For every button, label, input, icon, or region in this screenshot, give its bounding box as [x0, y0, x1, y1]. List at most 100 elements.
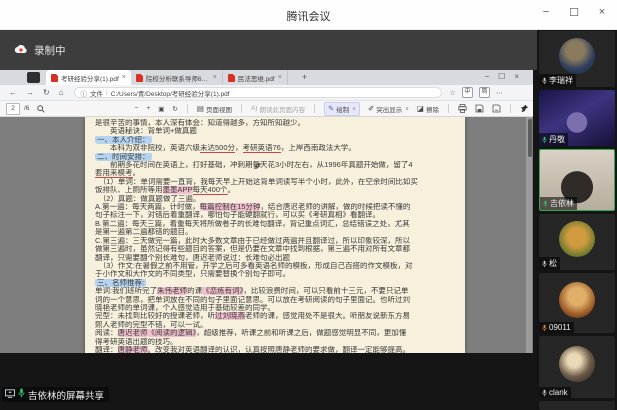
participant-name: 09011 [549, 323, 571, 332]
back-icon[interactable]: ← [9, 88, 17, 97]
doc-line: 得考研英语出题的技巧。 [95, 338, 455, 346]
draw-dropdown-icon[interactable]: ∨ [352, 106, 356, 112]
fit-page-icon[interactable]: ▣ [158, 105, 164, 113]
doc-line: （1）单词：单词需要一直背，我每天早上开始这背单词读写半个小时，此外，在空余时间… [95, 178, 455, 186]
home-icon[interactable]: ⌂ [59, 88, 64, 97]
text-segment: ， [235, 144, 243, 152]
doc-line: 于小作文和大作文的不同类型，只需要替换个别句子即可。 [95, 270, 455, 278]
tab-close-icon[interactable]: × [122, 74, 126, 81]
simplified-extension-icon[interactable]: 简 [479, 87, 490, 98]
text-segment: 。改变我对英语翻译的认识，认真按照唐静老师的要求做，翻译一定能够提高。 [148, 346, 411, 353]
print-icon[interactable] [458, 104, 467, 113]
translate-extension-icon[interactable]: 中 [462, 87, 473, 98]
workspace-icon[interactable] [27, 72, 40, 83]
browser-maximize-icon[interactable]: ☐ [498, 72, 505, 81]
page-number-input[interactable]: 2 [6, 103, 20, 115]
pdf-page: 是很辛苦的事情，本人深有体会：知道得越多，方知所知越少。 英语秘诀：背单词+做真… [85, 117, 465, 353]
doc-line: 前期多花时间在英语上，打好基础，冲刺期每天花3小时左右，从1996年真题开始做，… [95, 161, 455, 169]
participants-sidebar[interactable]: 李瑞祥丹敬吉依林松 09011 clank [537, 30, 617, 410]
close-icon[interactable]: × [595, 6, 609, 19]
stage-top-strip [0, 30, 537, 70]
favorites-star-icon[interactable]: ☆ [450, 89, 456, 97]
mic-icon [542, 260, 547, 268]
page-view-button[interactable]: ▤ 页面视图 [197, 104, 232, 114]
pink-highlight: 唐静老师 [118, 346, 148, 353]
avatar [559, 38, 595, 74]
avatar [559, 346, 595, 382]
participant-tile-clank[interactable]: clank [539, 336, 615, 398]
doc-line: B.第二遍：每天三篇，着重每天将所做卷子的长难句翻译，背记重点词汇，总结错误之处… [95, 220, 455, 228]
edge-browser-window: 考研经验分享(1).pdf×院校分析联系导师6.pdf×民法思维.pdf× + … [0, 70, 533, 353]
red-underline-text: 每天400个 [193, 186, 228, 194]
red-underline-text: 未达500分 [200, 144, 235, 152]
doc-line: A.第一遍：每天两篇，计时做，每篇控制在15分钟，结合唐迟老师的讲解，做的时候把… [95, 203, 455, 211]
browser-tab-1[interactable]: 考研经验分享(1).pdf× [46, 70, 131, 85]
red-underline-text: 三天做完一篇 [133, 237, 178, 245]
red-underline-text: 花3小时左右 [268, 161, 310, 169]
titlebar: 腾讯会议 − ☐ × [0, 0, 617, 30]
share-label: 吉依林的屏幕共享 [28, 388, 104, 402]
info-icon[interactable]: ⓘ [81, 88, 88, 98]
save-icon[interactable] [475, 104, 484, 113]
erase-button[interactable]: ◪ 擦除 [417, 104, 439, 114]
pdf-file-icon [228, 74, 235, 82]
participant-tile-李瑞祥[interactable]: 李瑞祥 [539, 31, 615, 87]
search-icon[interactable] [37, 105, 45, 113]
rotate-icon[interactable]: ↻ [172, 105, 177, 113]
text-segment: 饭排队、上厕所等用 [95, 186, 163, 194]
text-segment: （1）单词： [95, 178, 140, 186]
read-aloud-button[interactable]: A) 朗读此页面内容 [251, 104, 305, 114]
browser-tab-2[interactable]: 院校分析联系导师6.pdf× [131, 70, 223, 85]
participant-tile-吉依林[interactable]: 吉依林 [539, 149, 615, 211]
highlight-button[interactable]: ✐ 突出显示 ∨ [368, 104, 409, 114]
draw-pen-icon: ✎ [328, 104, 334, 113]
new-tab-button[interactable]: + [302, 72, 307, 82]
participant-tile-09011[interactable]: 09011 [539, 273, 615, 333]
participant-name: 吉依林 [550, 198, 574, 209]
address-divider: | [106, 89, 108, 96]
zoom-in-icon[interactable]: + [146, 105, 150, 112]
maximize-icon[interactable]: ☐ [567, 6, 581, 19]
doc-line: 做第三遍时，虽然记得有些题目的答案，但是仍要在文章中找到根据，第三遍不用对所有文… [95, 245, 455, 253]
text-segment: 英语秘诀：背单词+做真题 [95, 127, 197, 135]
browser-tab-3[interactable]: 民法思维.pdf× [223, 70, 288, 85]
text-segment: 句子标注一下，对错后着重翻译，哪怕句子能硬翻就行，可以买《考研真相》看翻译。 [95, 211, 380, 219]
text-segment: C.第三遍： [95, 237, 133, 245]
save-as-icon[interactable] [492, 104, 501, 113]
pink-highlight: 《阅读的逻辑》 [148, 329, 197, 337]
tab-close-icon[interactable]: × [213, 74, 217, 81]
text-segment: 阅读： [95, 329, 118, 337]
participant-name: 松 [549, 258, 557, 269]
draw-button[interactable]: ✎ 绘制 ∨ [324, 102, 360, 116]
pin-toolbar-icon[interactable] [520, 104, 529, 113]
pink-highlight: 朱伟老师 [157, 287, 187, 295]
browser-tabstrip: 考研经验分享(1).pdf×院校分析联系导师6.pdf×民法思维.pdf× + … [0, 70, 533, 85]
forward-icon[interactable]: → [26, 88, 34, 97]
minimize-icon[interactable]: − [539, 6, 553, 19]
pdf-scrollbar-thumb[interactable] [528, 119, 532, 157]
browser-minimize-icon[interactable]: − [484, 72, 489, 81]
participant-tile-partial[interactable] [539, 401, 615, 410]
red-underline-text: 考研英语76 [243, 144, 281, 152]
doc-line: C.第三遍：三天做完一篇，此时大多数文章由于已经做过两遍并且翻译过，所以印象较深… [95, 237, 455, 245]
text-segment: ，结合唐迟老师的讲解，做的时候把读不懂的 [260, 203, 410, 211]
browser-close-icon[interactable]: × [514, 72, 519, 81]
tab-close-icon[interactable]: × [278, 74, 282, 81]
text-segment: 是很辛苦的事情，本人深有体会：知道得越多，方知所知越少。 [95, 119, 305, 127]
doc-line: 阅读：唐迟老师《阅读的逻辑》，超级推荐，听课之前和听课之后，做题感觉明显不同，更… [95, 329, 455, 337]
pink-highlight: 唐迟老师 [118, 329, 148, 337]
highlight-dropdown-icon[interactable]: ∨ [405, 106, 409, 112]
address-bar[interactable]: ⓘ 文件 | C:/Users/青/Desktop/考研经验分享(1).pdf [74, 87, 442, 98]
participant-namebar: 丹敬 [539, 133, 568, 146]
doc-line: 饭排队、上厕所等用墨墨APP每天400个。 [95, 186, 455, 194]
participant-tile-丹敬[interactable]: 丹敬 [539, 90, 615, 146]
pink-highlight: 每篇控制在15分钟 [200, 203, 261, 211]
more-menu-icon[interactable]: ⋯ [496, 89, 503, 97]
text-segment: 的课 [187, 287, 202, 295]
read-aloud-icon: A) [251, 105, 258, 112]
text-segment: ，此时大多数文章由于已经做过两遍并且翻译过，所以印象较深，所以 [178, 237, 411, 245]
zoom-out-icon[interactable]: − [135, 105, 139, 112]
pdf-content-area[interactable]: 是很辛苦的事情，本人深有体会：知道得越多，方知所知越少。 英语秘诀：背单词+做真… [0, 117, 533, 353]
refresh-icon[interactable]: ↻ [43, 88, 50, 97]
participant-tile-松[interactable]: 松 [539, 214, 615, 270]
